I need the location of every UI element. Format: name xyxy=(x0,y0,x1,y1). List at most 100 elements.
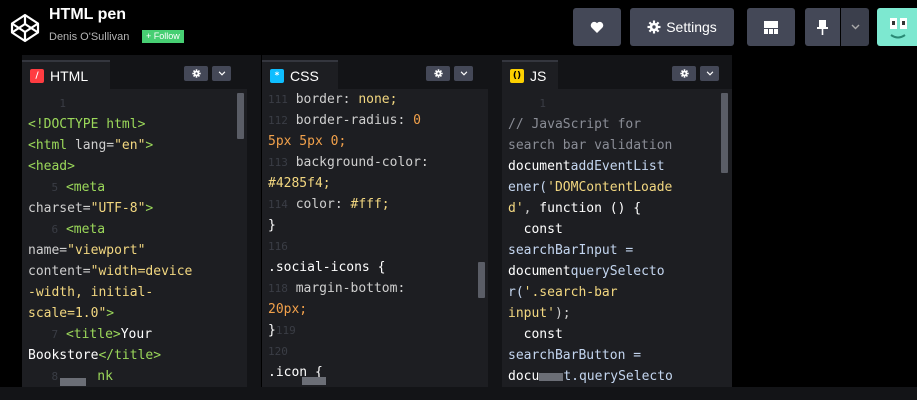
pen-title[interactable]: HTML pen xyxy=(49,6,126,24)
gear-icon xyxy=(191,69,201,78)
blur-artifact xyxy=(539,372,564,381)
code-line: 5 <meta xyxy=(51,180,106,195)
html-scrollbar[interactable] xyxy=(237,93,244,139)
code-line: searchBarButton = xyxy=(508,348,642,363)
code-line: search bar validation xyxy=(508,138,673,153)
code-line: }119 xyxy=(268,323,296,338)
js-editor-header: () JS xyxy=(502,55,732,89)
code-line: -width, initial- xyxy=(28,285,154,300)
code-line: docu t.querySelecto xyxy=(508,369,673,384)
code-line: 6 <meta xyxy=(51,222,106,237)
css-menu-button[interactable] xyxy=(454,66,473,81)
preview-area xyxy=(732,55,917,387)
code-line: documentaddEventList xyxy=(508,159,665,174)
code-line: Bookstore</title> xyxy=(28,348,162,363)
html-editor-header: / HTML xyxy=(22,55,247,89)
gear-icon xyxy=(433,69,443,78)
tab-html[interactable]: / HTML xyxy=(22,60,110,89)
settings-button[interactable]: Settings xyxy=(630,8,734,46)
pane-resizer[interactable] xyxy=(247,55,261,387)
chevron-down-icon xyxy=(706,71,713,76)
gear-icon xyxy=(679,69,689,78)
footer-bar xyxy=(0,387,917,400)
gear-icon xyxy=(647,20,661,34)
code-line: content="width=device xyxy=(28,264,193,279)
js-code[interactable]: 1 // JavaScript for search bar validation d… xyxy=(508,93,673,387)
html-code[interactable]: 1 <!DOCTYPE html> <html lang="en"> <head> 5… xyxy=(28,93,192,387)
chevron-down-icon xyxy=(460,71,467,76)
author-name[interactable]: Denis O'Sullivan xyxy=(49,31,129,43)
code-line: 111 border: none; xyxy=(268,92,398,107)
js-icon: () xyxy=(510,68,524,83)
code-line: <head> xyxy=(28,159,75,174)
code-line: const xyxy=(523,222,563,237)
code-line: input'); xyxy=(508,306,571,321)
code-line: <html lang="en"> xyxy=(28,138,154,153)
pane-resizer[interactable] xyxy=(488,55,502,387)
code-line: 114 color: #fff; xyxy=(268,197,390,212)
tab-label: CSS xyxy=(290,67,319,84)
heart-icon xyxy=(590,21,604,33)
code-line: 1 xyxy=(539,97,546,110)
code-line: .social-icons { xyxy=(268,260,386,275)
html-icon: / xyxy=(30,68,44,83)
css-editor-header: * CSS xyxy=(262,55,488,89)
pin-icon xyxy=(817,19,828,35)
codepen-logo-icon[interactable] xyxy=(10,13,40,43)
tab-label: JS xyxy=(530,67,547,84)
code-line: .icon { xyxy=(268,365,323,380)
code-line: } xyxy=(268,218,276,233)
code-line: r('.search-bar xyxy=(508,285,618,300)
code-line: 113 background-color: xyxy=(268,155,429,170)
css-editor: * CSS 111 border: none; 112 border-radius… xyxy=(262,55,488,387)
html-settings-button[interactable] xyxy=(184,66,208,81)
code-line: documentquerySelecto xyxy=(508,264,665,279)
js-menu-button[interactable] xyxy=(700,66,719,81)
heart-button[interactable] xyxy=(573,8,621,46)
html-editor: / HTML 1 <!DOCTYPE html> <html lang="en"> <… xyxy=(22,55,247,387)
layout-icon xyxy=(764,20,778,34)
avatar-face-icon xyxy=(890,18,907,39)
code-line: // JavaScript for xyxy=(508,117,642,132)
blur-artifact xyxy=(302,377,326,385)
code-line: searchBarInput = xyxy=(508,243,634,258)
code-line: 1 xyxy=(59,97,66,110)
code-line: 5px 5px 0; xyxy=(268,134,347,149)
code-line: scale=1.0"> xyxy=(28,306,115,321)
tab-css[interactable]: * CSS xyxy=(262,60,338,89)
css-settings-button[interactable] xyxy=(426,66,450,81)
css-icon: * xyxy=(270,68,284,83)
code-line: const xyxy=(523,327,563,342)
code-line: ener('DOMContentLoade xyxy=(508,180,673,195)
blur-artifact xyxy=(60,378,86,386)
html-menu-button[interactable] xyxy=(212,66,231,81)
code-line: charset="UTF-8"> xyxy=(28,201,154,216)
code-line: 118 margin-bottom: xyxy=(268,281,406,296)
chevron-down-icon xyxy=(851,24,859,30)
code-line: 8 nk xyxy=(51,369,113,384)
avatar[interactable] xyxy=(877,8,917,46)
code-line: d', function () { xyxy=(508,201,642,216)
pin-button[interactable] xyxy=(805,8,840,46)
css-code[interactable]: 111 border: none; 112 border-radius: 0 5px… xyxy=(268,89,429,383)
pin-menu-button[interactable] xyxy=(841,8,869,46)
js-editor: () JS 1 // JavaScript for search bar valid… xyxy=(502,55,732,387)
code-line: <!DOCTYPE html> xyxy=(28,117,146,132)
js-scrollbar[interactable] xyxy=(721,93,728,173)
settings-label: Settings xyxy=(666,19,717,35)
js-settings-button[interactable] xyxy=(672,66,696,81)
css-scrollbar[interactable] xyxy=(478,262,485,298)
code-line: 112 border-radius: 0 xyxy=(268,113,421,128)
change-view-button[interactable] xyxy=(747,8,795,46)
chevron-down-icon xyxy=(218,71,225,76)
code-line: #4285f4; xyxy=(268,176,331,191)
header: HTML pen Denis O'Sullivan + Follow Setti… xyxy=(0,0,917,55)
code-line: 116 xyxy=(268,240,288,253)
follow-button[interactable]: + Follow xyxy=(142,30,184,43)
tab-label: HTML xyxy=(50,67,89,84)
code-line: name="viewport" xyxy=(28,243,146,258)
code-line: 7 <title>Your xyxy=(51,327,153,342)
code-line: 20px; xyxy=(268,302,308,317)
tab-js[interactable]: () JS xyxy=(502,60,558,89)
code-line: 120 xyxy=(268,345,288,358)
